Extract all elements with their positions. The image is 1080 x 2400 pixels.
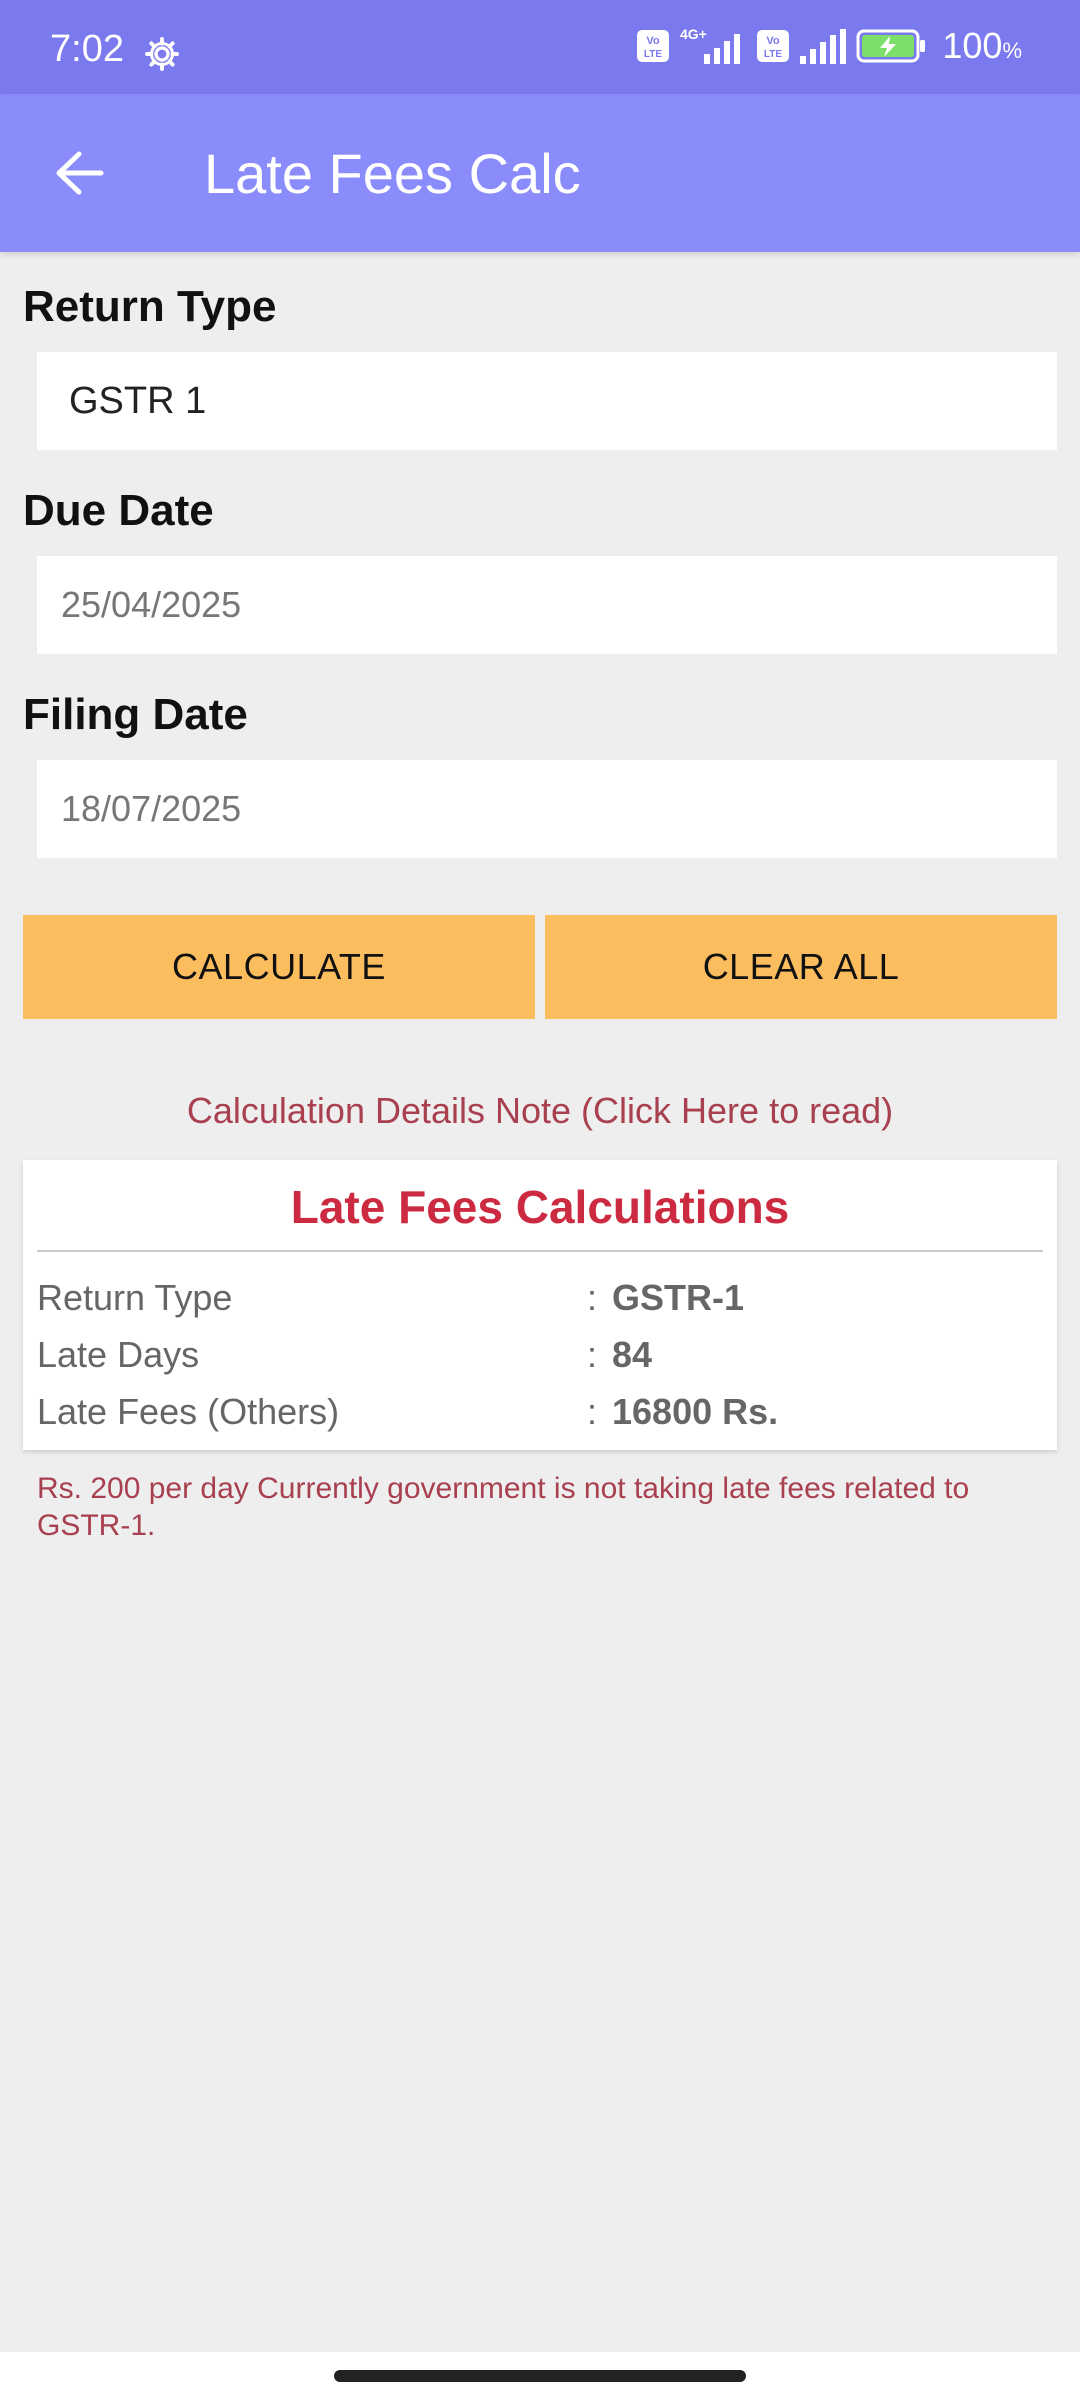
result-label: Return Type (37, 1277, 233, 1318)
filing-date-label: Filing Date (23, 690, 248, 739)
app-bar: Late Fees Calc (0, 94, 1080, 252)
return-type-label: Return Type (23, 282, 277, 331)
result-row-late-days: Late Days : 84 (37, 1334, 1043, 1384)
volte-icon: Vo LTE (637, 30, 670, 62)
result-label: Late Fees (Others) (37, 1391, 340, 1432)
volte-icon-2: Vo LTE (757, 30, 790, 62)
result-row-return-type: Return Type : GSTR-1 (37, 1277, 1043, 1327)
svg-text:Vo: Vo (767, 35, 781, 47)
result-label: Late Days (37, 1334, 200, 1375)
network-type-label: 4G+ (680, 26, 707, 42)
status-time: 7:02 (50, 28, 124, 70)
result-value: GSTR-1 (612, 1277, 745, 1318)
result-value: 16800 Rs. (612, 1391, 779, 1432)
status-indicators: Vo LTE 4G+ Vo LTE 100% (636, 26, 1022, 66)
svg-text:LTE: LTE (644, 49, 662, 60)
battery-percentage: 100% (942, 25, 1022, 66)
results-card: Late Fees Calculations Return Type : GST… (23, 1160, 1057, 1450)
result-colon: : (587, 1391, 598, 1432)
results-divider (37, 1250, 1043, 1252)
signal-4g-icon: 4G+ (680, 26, 741, 64)
page-title: Late Fees Calc (204, 142, 581, 205)
svg-text:Vo: Vo (647, 35, 661, 47)
result-row-late-fees: Late Fees (Others) : 16800 Rs. (37, 1391, 1043, 1441)
result-colon: : (587, 1277, 598, 1318)
due-date-value: 25/04/2025 (61, 584, 242, 625)
late-fee-footnote: Rs. 200 per day Currently government is … (37, 1472, 970, 1542)
arrow-left-icon (56, 151, 104, 195)
calculation-note-link[interactable]: Calculation Details Note (Click Here to … (0, 1090, 1080, 1132)
clear-all-button[interactable]: CLEAR ALL (545, 915, 1057, 1019)
svg-text:LTE: LTE (764, 49, 782, 60)
results-title: Late Fees Calculations (290, 1181, 790, 1233)
status-bar: 7:02 Vo LTE 4G+ Vo LTE 100% (0, 0, 1080, 94)
return-type-select[interactable]: GSTR 1 (37, 352, 1057, 450)
result-value: 84 (612, 1334, 653, 1375)
filing-date-value: 18/07/2025 (61, 788, 242, 829)
filing-date-field[interactable]: 18/07/2025 (37, 760, 1057, 858)
due-date-field[interactable]: 25/04/2025 (37, 556, 1057, 654)
due-date-label: Due Date (23, 486, 214, 535)
result-colon: : (587, 1334, 598, 1375)
back-button[interactable] (44, 138, 114, 208)
home-gesture-handle[interactable] (334, 2370, 746, 2382)
return-type-value: GSTR 1 (69, 379, 207, 422)
battery-charging-icon (856, 29, 926, 63)
calculate-button[interactable]: CALCULATE (23, 915, 535, 1019)
settings-gear-icon (145, 37, 179, 71)
signal-bars-icon (800, 29, 847, 64)
gesture-nav-bar (0, 2352, 1080, 2400)
